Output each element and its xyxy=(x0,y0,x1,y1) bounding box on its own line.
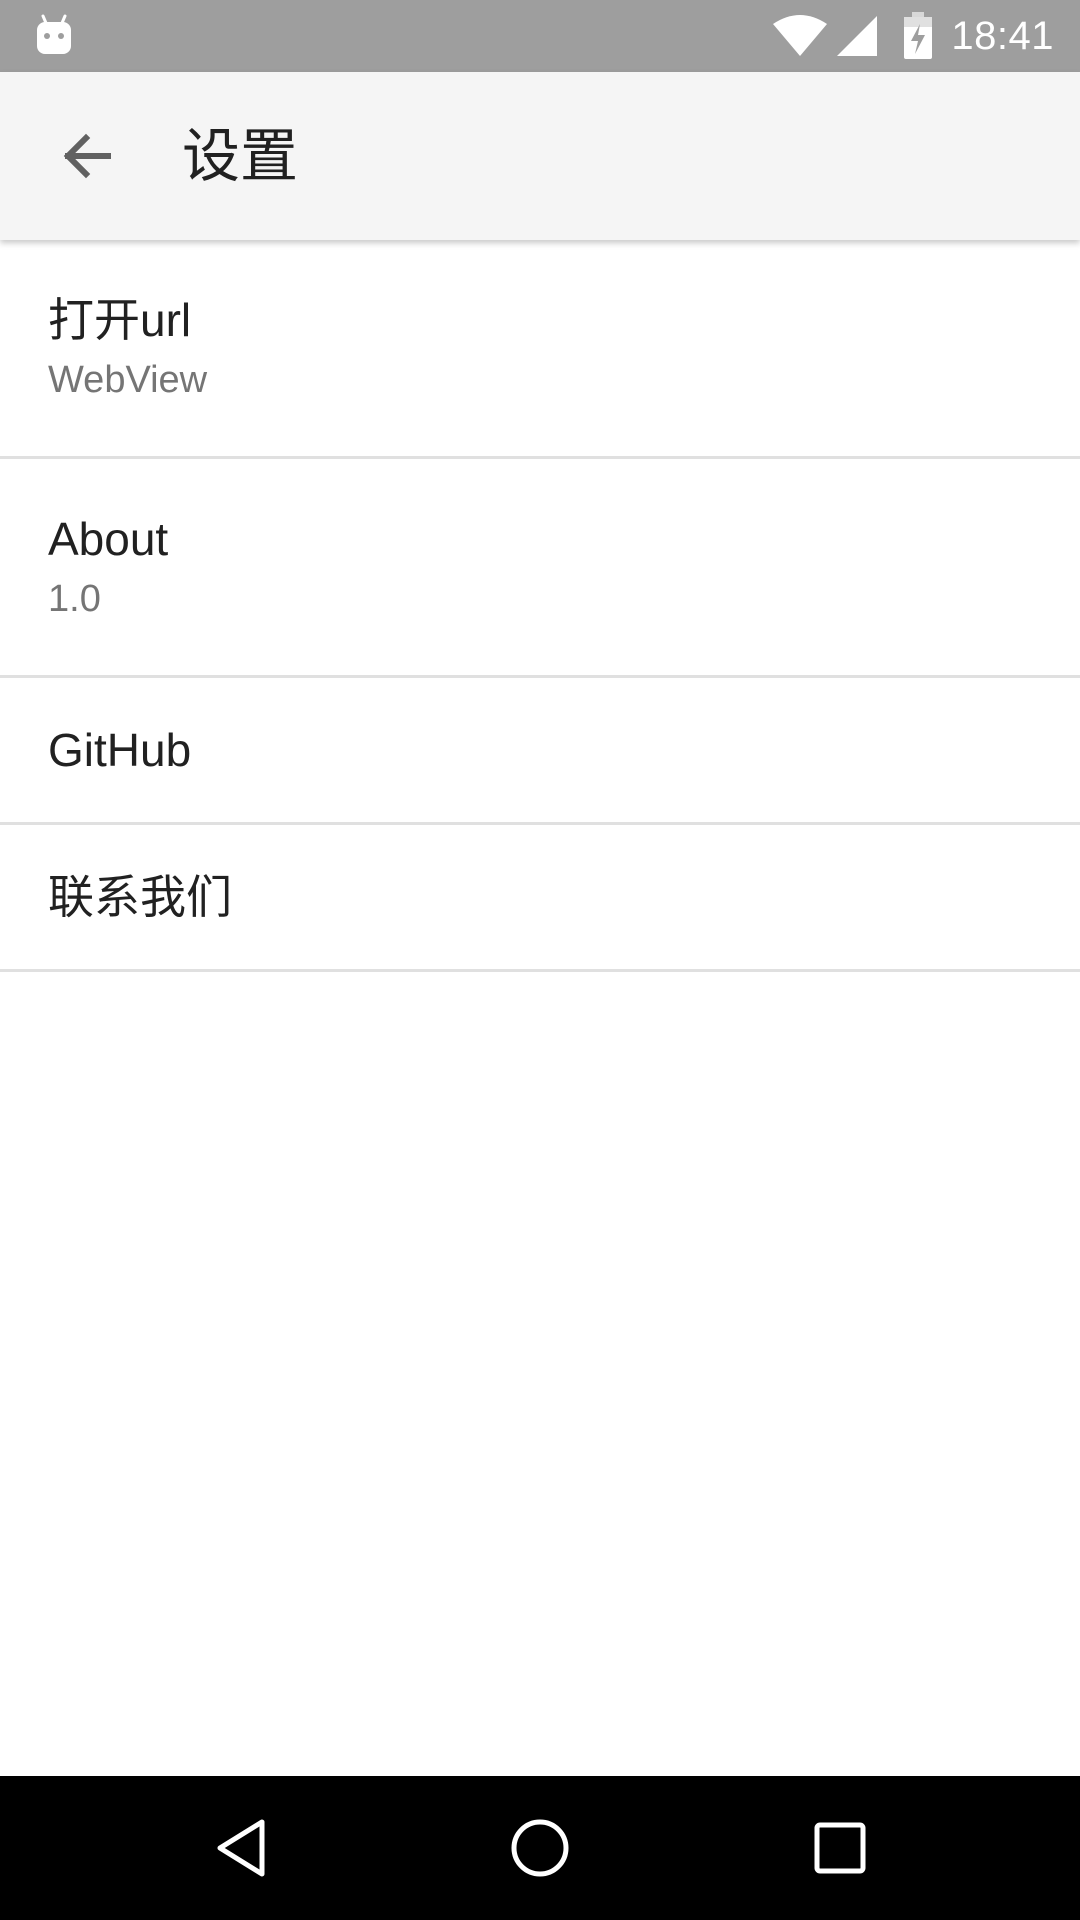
pref-item-github[interactable]: GitHub xyxy=(0,678,1080,825)
status-bar: 18:41 xyxy=(0,0,1080,72)
nav-home-icon xyxy=(511,1819,569,1877)
arrow-back-icon xyxy=(63,133,111,179)
page-title: 设置 xyxy=(182,122,299,190)
nav-home-button[interactable] xyxy=(492,1800,588,1896)
status-icons: 18:41 xyxy=(771,0,1054,72)
battery-charging-icon xyxy=(904,12,933,59)
pref-summary: 1.0 xyxy=(48,578,101,620)
signal-icon xyxy=(837,16,878,56)
app-bar: 设置 xyxy=(0,72,1080,240)
android-debug-icon xyxy=(37,14,71,54)
nav-back-button[interactable] xyxy=(192,1800,288,1896)
pref-title: About xyxy=(48,513,169,565)
pref-title: 打开url xyxy=(48,294,192,346)
pref-title: GitHub xyxy=(48,724,192,776)
settings-screen: 18:41 设置 打开url WebView About 1.0 GitHub … xyxy=(0,0,1080,1920)
pref-summary: WebView xyxy=(48,359,208,401)
pref-title: 联系我们 xyxy=(48,871,232,923)
back-button[interactable] xyxy=(42,112,130,200)
navigation-bar xyxy=(0,1776,1080,1920)
nav-back-icon xyxy=(217,1819,265,1877)
pref-item-contact-us[interactable]: 联系我们 xyxy=(0,825,1080,972)
pref-item-about[interactable]: About 1.0 xyxy=(0,459,1080,678)
pref-item-open-url[interactable]: 打开url WebView xyxy=(0,240,1080,459)
wifi-icon xyxy=(773,15,828,56)
nav-recents-button[interactable] xyxy=(792,1800,888,1896)
status-clock: 18:41 xyxy=(951,13,1054,58)
nav-recents-icon xyxy=(814,1822,866,1874)
preference-list: 打开url WebView About 1.0 GitHub 联系我们 xyxy=(0,240,1080,972)
